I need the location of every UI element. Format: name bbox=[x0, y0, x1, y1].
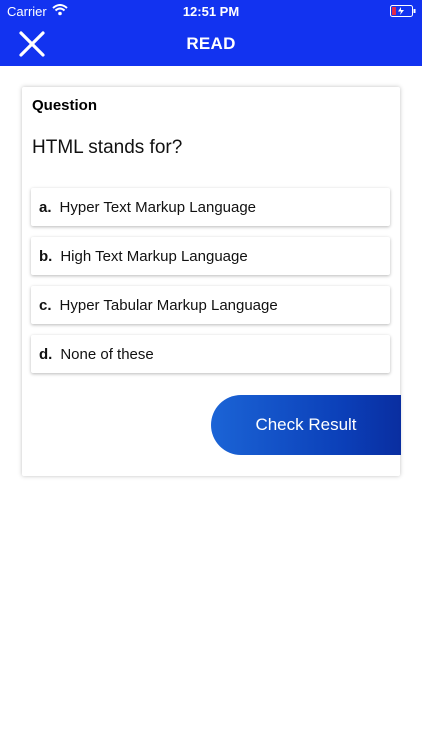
option-text: Hyper Text Markup Language bbox=[59, 199, 257, 216]
status-bar: Carrier 12:51 PM bbox=[0, 0, 422, 22]
option-d[interactable]: d. None of these bbox=[31, 335, 390, 373]
option-text: High Text Markup Language bbox=[60, 248, 248, 265]
option-a[interactable]: a. Hyper Text Markup Language bbox=[31, 188, 390, 226]
question-card: Question HTML stands for? a. Hyper Text M… bbox=[22, 87, 401, 476]
option-letter: d. bbox=[39, 346, 53, 363]
option-b[interactable]: b. High Text Markup Language bbox=[31, 237, 390, 275]
option-text: None of these bbox=[60, 346, 154, 363]
option-letter: a. bbox=[39, 199, 52, 216]
navigation-bar: READ bbox=[0, 22, 422, 66]
option-text: Hyper Tabular Markup Language bbox=[59, 297, 278, 314]
option-letter: c. bbox=[39, 297, 52, 314]
battery-icon bbox=[390, 5, 416, 20]
option-c[interactable]: c. Hyper Tabular Markup Language bbox=[31, 286, 390, 324]
page-title: READ bbox=[186, 34, 236, 53]
check-result-label: Check Result bbox=[255, 415, 357, 434]
question-label: Question bbox=[32, 97, 98, 114]
check-result-button[interactable]: Check Result bbox=[211, 395, 401, 455]
question-text: HTML stands for? bbox=[32, 137, 183, 158]
status-time: 12:51 PM bbox=[182, 4, 240, 19]
option-letter: b. bbox=[39, 248, 53, 265]
